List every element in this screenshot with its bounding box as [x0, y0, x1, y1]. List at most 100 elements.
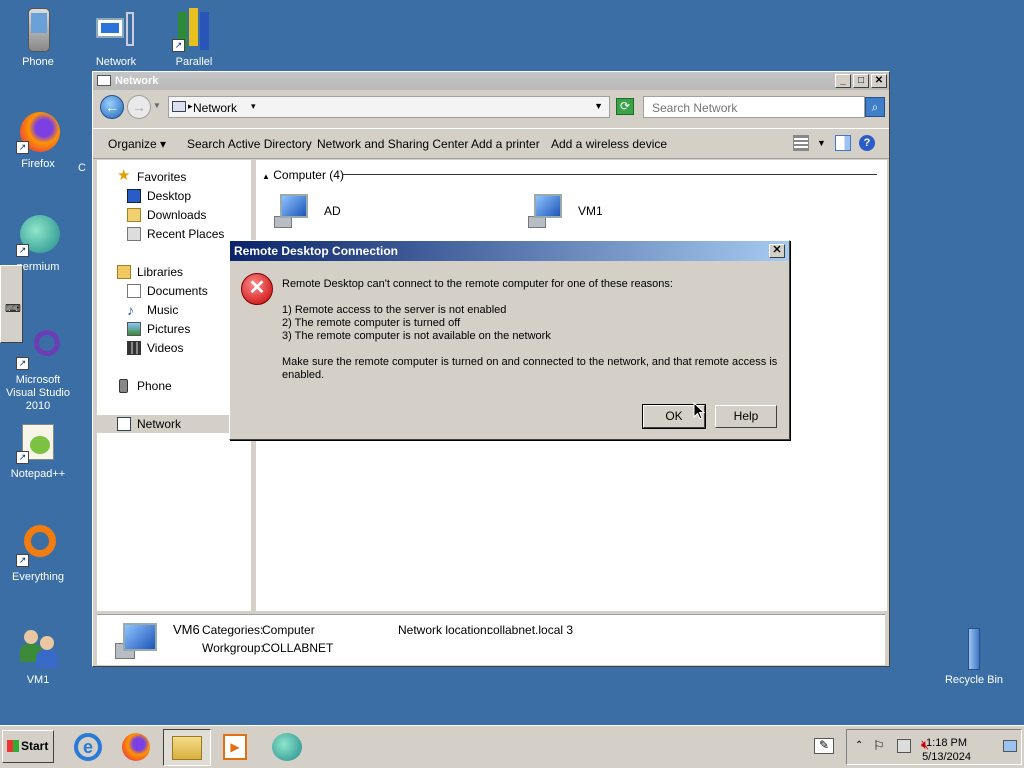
computer-label: AD [324, 204, 341, 218]
nav-desktop[interactable]: Desktop [97, 187, 251, 205]
search-icon[interactable]: ⌕ [865, 97, 885, 117]
notepadpp-icon: ↗ [16, 420, 60, 464]
command-bar: Organize ▾ Search Active Directory Netwo… [93, 128, 889, 159]
forward-button[interactable]: → [127, 95, 151, 119]
address-bar[interactable]: ▸ Network ▾ ▼ [168, 96, 610, 118]
desktop-icon-parallel[interactable]: ↗ Parallel [156, 8, 232, 69]
dialog-advice: Make sure the remote computer is turned … [282, 356, 778, 368]
desktop-icon-vm1[interactable]: VM1 [0, 626, 76, 687]
desktop-icon-firefox[interactable]: ↗ Firefox [0, 110, 76, 171]
nav-recent-places[interactable]: Recent Places [97, 225, 251, 243]
desktop-icon-everything[interactable]: ↗ Everything [0, 523, 76, 584]
phone-icon [16, 8, 60, 52]
nav-phone[interactable]: Phone [97, 377, 251, 395]
breadcrumb-chevron-icon[interactable]: ▾ [251, 101, 256, 112]
dialog-titlebar[interactable]: Remote Desktop Connection ✕ [230, 241, 789, 261]
internet-explorer-icon: e [74, 733, 102, 761]
network-icon [172, 101, 186, 112]
users-icon [16, 626, 60, 670]
network-icon [94, 8, 138, 52]
nav-network[interactable]: Network [97, 415, 251, 433]
network-icon [97, 75, 111, 86]
nav-downloads[interactable]: Downloads [97, 206, 251, 224]
signature-pad-icon: ✎ [814, 738, 834, 754]
view-options-icon[interactable] [793, 135, 809, 151]
help-button[interactable]: Help [715, 405, 777, 428]
desktop-icon-label: Firefox [21, 158, 55, 170]
desktop-icon-network[interactable]: Network [78, 8, 154, 69]
desktop-icon-phone[interactable]: Phone [0, 8, 76, 69]
breadcrumb-separator-icon[interactable]: ▸ [188, 101, 193, 112]
group-header-computer[interactable]: ▲ Computer (4) [262, 168, 344, 182]
mouse-cursor-icon [693, 402, 705, 420]
collapse-icon[interactable]: ▲ [262, 172, 270, 181]
computer-icon [115, 621, 159, 661]
taskbar-clock[interactable]: 1:18 PM 5/13/2024 [922, 736, 971, 764]
search-active-directory-button[interactable]: Search Active Directory [187, 137, 312, 151]
start-button[interactable]: Start [2, 730, 54, 763]
details-pane: VM6 Categories: Computer Workgroup: COLL… [97, 614, 885, 665]
organize-button[interactable]: Organize ▾ [108, 137, 166, 151]
search-box[interactable] [643, 96, 865, 118]
action-center-flag-icon[interactable]: ⚐ [873, 738, 885, 754]
folder-icon [172, 736, 202, 760]
taskbar-firefox[interactable] [119, 730, 153, 764]
show-desktop-button[interactable]: ✎ [812, 730, 838, 764]
keyboard-layout-icon[interactable] [1003, 740, 1017, 752]
windows-logo-icon [7, 740, 19, 752]
desktop-icon-notepadpp[interactable]: ↗ Notepad++ [0, 420, 76, 481]
dialog-advice-cont: enabled. [282, 369, 325, 381]
shortcut-arrow-icon: ↗ [172, 39, 185, 52]
error-icon: ✕ [241, 273, 273, 305]
details-workgroup-value: COLLABNET [262, 641, 334, 655]
nav-music[interactable]: ♪ Music [97, 301, 251, 319]
maximize-button[interactable]: □ [853, 74, 869, 88]
touch-keyboard-tab[interactable]: ⌨ [0, 265, 23, 343]
close-button[interactable]: ✕ [871, 74, 887, 88]
history-dropdown-icon[interactable]: ▼ [153, 101, 161, 110]
computer-icon [274, 192, 312, 228]
details-categories-value: Computer [262, 623, 315, 637]
tray-expand-icon[interactable]: ⌃ [855, 740, 863, 751]
minimize-button[interactable]: _ [835, 74, 851, 88]
explorer-titlebar[interactable]: Network _ □ ✕ [93, 72, 889, 90]
help-icon[interactable]: ? [859, 135, 875, 151]
shortcut-arrow-icon: ↗ [16, 244, 29, 257]
dialog-message: Remote Desktop can't connect to the remo… [282, 278, 673, 290]
add-printer-button[interactable]: Add a printer [471, 137, 540, 151]
nav-libraries[interactable]: Libraries [97, 263, 251, 281]
nav-documents[interactable]: Documents [97, 282, 251, 300]
parallel-icon: ↗ [172, 8, 216, 52]
chevron-down-icon[interactable]: ▼ [817, 135, 827, 151]
computer-label: VM1 [578, 204, 603, 218]
network-tray-icon[interactable] [897, 739, 911, 753]
dialog-close-button[interactable]: ✕ [769, 244, 785, 258]
desktop-icon-label: Notepad++ [10, 468, 66, 480]
chevron-down-icon[interactable]: ▼ [594, 101, 603, 111]
preview-pane-icon[interactable] [835, 135, 851, 151]
nav-pictures[interactable]: Pictures [97, 320, 251, 338]
add-wireless-device-button[interactable]: Add a wireless device [551, 137, 667, 151]
documents-icon [127, 284, 141, 298]
clock-date: 5/13/2024 [922, 751, 971, 763]
desktop-icon-label: Everything [12, 571, 64, 583]
desktop-icon-label: Recycle Bin [944, 674, 1004, 686]
network-sharing-center-button[interactable]: Network and Sharing Center [317, 137, 468, 151]
taskbar-explorer-active[interactable] [163, 729, 211, 766]
taskbar-internet-explorer[interactable]: e [71, 730, 105, 764]
details-categories-label: Categories: [202, 623, 264, 637]
taskbar-media-player[interactable]: ▶ [219, 730, 253, 764]
taskbar-permium[interactable] [270, 730, 304, 764]
nav-favorites[interactable]: ★ Favorites [97, 168, 251, 186]
refresh-button[interactable]: ⟳ [616, 98, 634, 115]
search-input[interactable] [650, 98, 834, 118]
clock-time: 1:18 PM [926, 737, 968, 749]
videos-icon [127, 341, 141, 355]
back-button[interactable]: ← [100, 95, 124, 119]
desktop-icon-recycle-bin[interactable]: Recycle Bin [936, 626, 1012, 687]
breadcrumb-network[interactable]: Network [193, 101, 237, 115]
desktop-icon-partial[interactable]: C [72, 162, 92, 175]
nav-videos[interactable]: Videos [97, 339, 251, 357]
shortcut-arrow-icon: ↗ [16, 357, 29, 370]
details-location-label: Network location: [398, 623, 491, 637]
